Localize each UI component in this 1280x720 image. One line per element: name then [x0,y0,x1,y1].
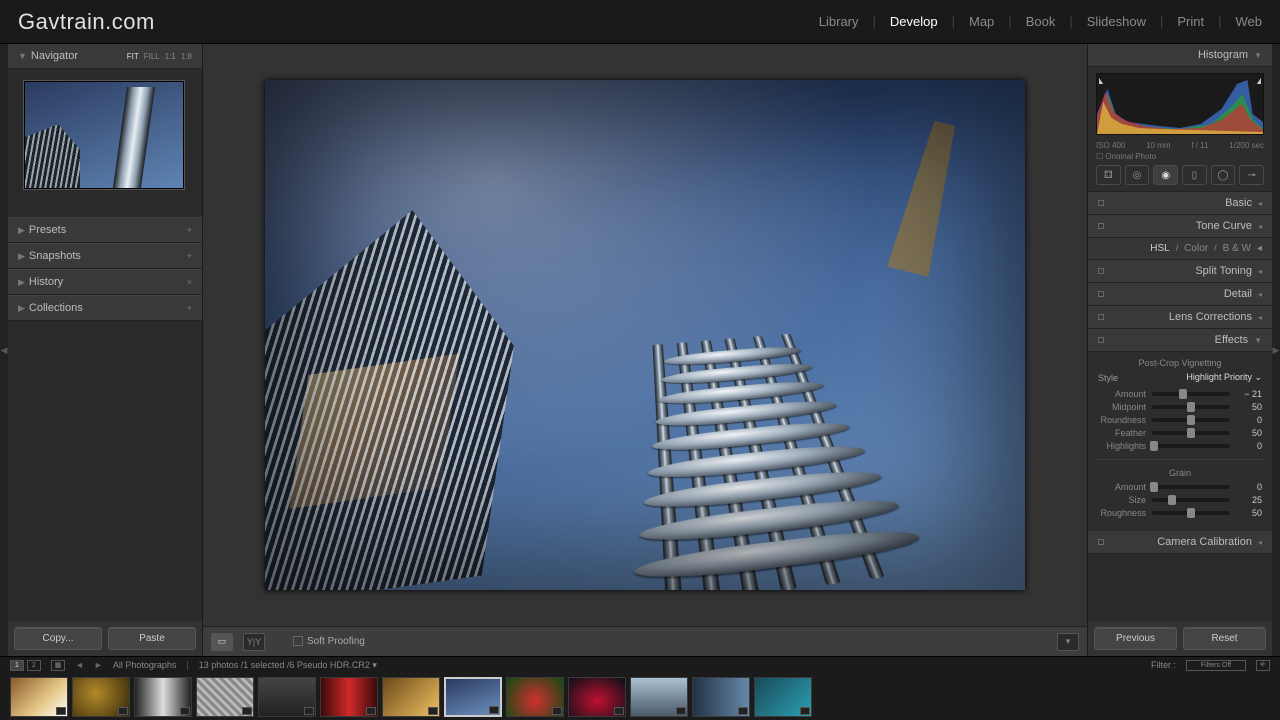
grain-roughness-slider[interactable]: Roughness50 [1098,508,1262,518]
loupe-view-button[interactable]: ▭ [211,633,233,651]
hsl-panel-header[interactable]: HSL / Color / B & W ◂ [1088,238,1272,260]
histogram-display [1096,73,1264,135]
navigator-panel-header[interactable]: ▼Navigator FITFILL1:11:8 [8,44,202,69]
filmstrip-source[interactable]: All Photographs [113,660,177,670]
filmstrip-thumb[interactable] [10,677,68,717]
meta-aperture: f / 11 [1191,141,1208,150]
camera-calibration-header[interactable]: Camera Calibration◂ [1088,531,1272,554]
filmstrip-thumb[interactable] [320,677,378,717]
filter-lock-icon[interactable]: ⎆ [1256,660,1270,671]
meta-iso: ISO 400 [1096,141,1125,150]
left-panel-collapse[interactable]: ◀ [0,44,8,656]
nav-back-button[interactable]: ◄ [75,660,84,670]
brand-title: Gavtrain.com [18,9,155,35]
left-panel-presets[interactable]: ▶Presets+ [8,217,202,243]
navigator-preview[interactable] [8,69,202,217]
crop-tool[interactable]: ⚃ [1096,165,1121,185]
filmstrip-thumb[interactable] [72,677,130,717]
module-web[interactable]: Web [1236,14,1263,29]
grain-size-slider[interactable]: Size25 [1098,495,1262,505]
module-library[interactable]: Library [819,14,859,29]
radial-tool[interactable]: ◯ [1211,165,1236,185]
filmstrip-thumb[interactable] [506,677,564,717]
vignette-style-select[interactable]: Highlight Priority ⌄ [1186,372,1262,383]
filmstrip-thumb[interactable] [568,677,626,717]
module-develop[interactable]: Develop [890,14,938,29]
filmstrip-thumb[interactable] [196,677,254,717]
filter-label: Filter : [1151,660,1176,670]
module-slideshow[interactable]: Slideshow [1087,14,1146,29]
meta-focal: 10 mm [1146,141,1170,150]
vignette-midpoint-slider[interactable]: Midpoint50 [1098,402,1262,412]
brush-tool[interactable]: ⊸ [1239,165,1264,185]
right-panel-tone-curve[interactable]: Tone Curve◂ [1088,215,1272,238]
vignette-section-title: Post-Crop Vignetting [1098,358,1262,368]
right-panel-basic[interactable]: Basic◂ [1088,192,1272,215]
navigator-zoom-picker[interactable]: FITFILL1:11:8 [127,52,192,61]
filmstrip-count: 13 photos /1 selected /6 Pseudo HDR.CR2 … [199,660,377,671]
left-panel-snapshots[interactable]: ▶Snapshots+ [8,243,202,269]
calibration-label: Camera Calibration [1114,536,1252,548]
monitor-1-button[interactable]: 1 [10,660,24,671]
module-switcher: Library|Develop|Map|Book|Slideshow|Print… [819,14,1262,29]
previous-button[interactable]: Previous [1094,627,1177,650]
soft-proofing-label: Soft Proofing [307,636,365,647]
hsl-tab[interactable]: HSL [1150,243,1169,254]
grain-amount-slider[interactable]: Amount0 [1098,482,1262,492]
right-panel-lens-corrections[interactable]: Lens Corrections◂ [1088,306,1272,329]
reset-button[interactable]: Reset [1183,627,1266,650]
module-map[interactable]: Map [969,14,994,29]
histogram-label: Histogram [1098,49,1248,61]
soft-proofing-toggle[interactable]: Soft Proofing [293,636,365,647]
vignette-highlights-slider[interactable]: Highlights0 [1098,441,1262,451]
filmstrip-thumb[interactable] [444,677,502,717]
toolbar-menu-button[interactable]: ▾ [1057,633,1079,651]
right-panel-split-toning[interactable]: Split Toning◂ [1088,260,1272,283]
monitor-2-button[interactable]: 2 [27,660,41,671]
spot-tool[interactable]: ◎ [1125,165,1150,185]
module-book[interactable]: Book [1026,14,1056,29]
filmstrip-thumb[interactable] [134,677,192,717]
grain-section-title: Grain [1098,468,1262,478]
left-panel-history[interactable]: ▶History× [8,269,202,295]
color-tab[interactable]: Color [1184,243,1208,254]
histogram-panel-header[interactable]: Histogram▼ [1088,44,1272,67]
meta-shutter: 1/200 sec [1229,141,1264,150]
gradient-tool[interactable]: ▯ [1182,165,1207,185]
vignette-amount-slider[interactable]: Amount− 21 [1098,389,1262,399]
right-panel-collapse[interactable]: ▶ [1272,44,1280,656]
filmstrip-thumb[interactable] [754,677,812,717]
paste-settings-button[interactable]: Paste [108,627,196,650]
module-print[interactable]: Print [1177,14,1204,29]
grid-icon[interactable]: ▦ [51,660,65,671]
vignette-style-label: Style [1098,373,1118,383]
bw-tab[interactable]: B & W [1223,243,1251,254]
nav-fwd-button[interactable]: ► [94,660,103,670]
filmstrip-thumb[interactable] [258,677,316,717]
right-panel-detail[interactable]: Detail◂ [1088,283,1272,306]
effects-panel-header[interactable]: Effects▼ [1088,329,1272,352]
vignette-feather-slider[interactable]: Feather50 [1098,428,1262,438]
compare-view-button[interactable]: Y|Y [243,633,265,651]
filter-select[interactable]: Filters Off [1186,660,1246,671]
copy-settings-button[interactable]: Copy... [14,627,102,650]
develop-canvas[interactable] [203,44,1087,626]
filmstrip-thumb[interactable] [630,677,688,717]
redeye-tool[interactable]: ◉ [1153,165,1178,185]
left-panel-collections[interactable]: ▶Collections+ [8,295,202,321]
effects-label: Effects [1114,334,1248,346]
filmstrip-thumb[interactable] [692,677,750,717]
vignette-roundness-slider[interactable]: Roundness0 [1098,415,1262,425]
navigator-label: Navigator [31,50,78,62]
filmstrip-thumb[interactable] [382,677,440,717]
